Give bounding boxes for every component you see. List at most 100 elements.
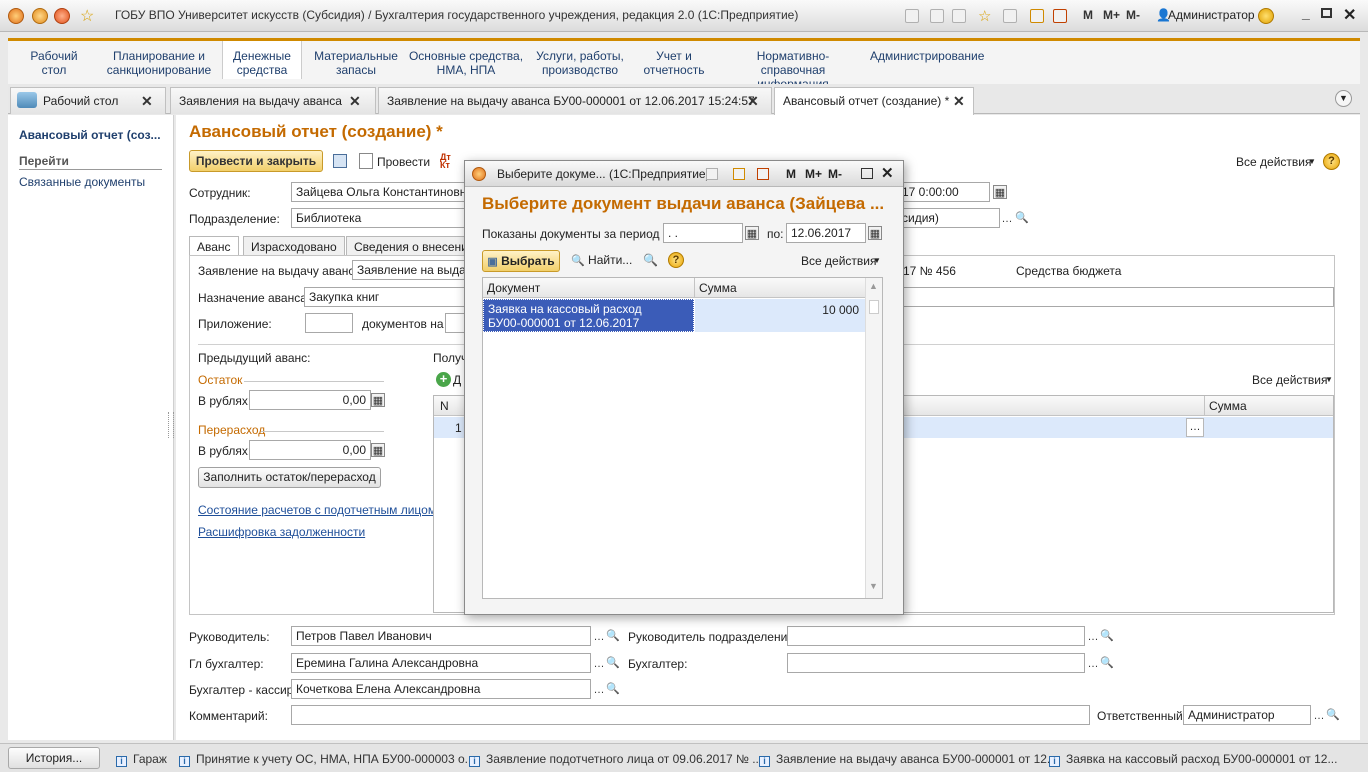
task-item-cash-request[interactable]: i Заявка на кассовый расход БУ00-000001 о… (1049, 752, 1337, 767)
cashier-select-button[interactable]: … (592, 683, 606, 697)
tab-desktop[interactable]: Рабочий стол ✕ (10, 87, 166, 114)
menu-planning[interactable]: Планирование и санкционирование (106, 49, 212, 77)
accountant-field[interactable] (787, 653, 1085, 673)
department-field[interactable]: Библиотека (291, 208, 465, 228)
document-row[interactable]: Заявка на кассовый расход БУ00-000001 от… (483, 299, 865, 344)
dialog-memory-minus-button[interactable]: M- (828, 167, 842, 181)
task-item-fixed-assets[interactable]: i Принятие к учету ОС, НМА, НПА БУ00-0000… (179, 752, 475, 767)
chief-accountant-search-icon[interactable]: 🔍 (606, 656, 620, 670)
task-item-accountable-person[interactable]: i Заявление подотчетного лица от 09.06.20… (469, 752, 762, 767)
dept-manager-search-icon[interactable]: 🔍 (1100, 629, 1114, 643)
nav-link-related-docs[interactable]: Связанные документы (19, 175, 145, 189)
balance-calculator-icon[interactable]: ▦ (371, 393, 385, 407)
attachment-pages-field[interactable] (445, 313, 465, 333)
save-icon[interactable] (905, 9, 919, 23)
post-and-close-button[interactable]: Провести и закрыть (189, 150, 323, 172)
period-to-calendar-icon[interactable]: ▦ (868, 226, 882, 240)
scroll-up-icon[interactable]: ▲ (869, 281, 878, 291)
dialog-all-actions-button[interactable]: Все действия (801, 254, 876, 268)
print-icon[interactable] (930, 9, 944, 23)
chief-accountant-field[interactable]: Еремина Галина Александровна (291, 653, 591, 673)
manager-select-button[interactable]: … (592, 630, 606, 644)
cashier-search-icon[interactable]: 🔍 (606, 682, 620, 696)
documents-scrollbar[interactable]: ▲ ▼ (865, 278, 882, 598)
menu-fixed-assets[interactable]: Основные средства, НМА, НПА (408, 49, 524, 77)
dept-manager-select-button[interactable]: … (1086, 630, 1100, 644)
grid-col-n[interactable]: N (440, 399, 449, 413)
subtab-advance[interactable]: Аванс (189, 236, 239, 256)
manager-field[interactable]: Петров Павел Иванович (291, 626, 591, 646)
dialog-memory-m-button[interactable]: M (786, 167, 796, 181)
col-document[interactable]: Документ (487, 281, 540, 295)
calculator-icon[interactable] (1030, 9, 1044, 23)
attachment-count-field[interactable] (305, 313, 353, 333)
memory-plus-button[interactable]: M+ (1103, 8, 1120, 22)
responsible-search-icon[interactable]: 🔍 (1326, 708, 1340, 722)
chief-accountant-select-button[interactable]: … (592, 657, 606, 671)
menu-desktop[interactable]: Рабочий стол (28, 49, 80, 77)
post-icon[interactable] (359, 153, 373, 169)
save-doc-icon[interactable] (333, 154, 347, 168)
purpose-field[interactable]: Закупка книг (304, 287, 465, 307)
memory-m-button[interactable]: M (1083, 8, 1093, 22)
dialog-calendar-icon[interactable] (757, 168, 769, 180)
dialog-memory-plus-button[interactable]: M+ (805, 167, 822, 181)
add-row-label[interactable]: Д (453, 373, 461, 387)
favorites-icon[interactable]: ☆ (978, 7, 991, 25)
user-name[interactable]: Администратор (1168, 8, 1255, 22)
memory-minus-button[interactable]: M- (1126, 8, 1140, 22)
date-field[interactable]: 17 0:00:00 (898, 182, 990, 202)
menu-administration[interactable]: Администрирование (870, 49, 984, 63)
col-sum[interactable]: Сумма (699, 281, 737, 295)
preview-icon[interactable] (952, 9, 966, 23)
minimize-icon[interactable]: _ (1302, 5, 1310, 21)
link-icon[interactable] (1003, 9, 1017, 23)
manager-search-icon[interactable]: 🔍 (606, 629, 620, 643)
overspend-calculator-icon[interactable]: ▦ (371, 443, 385, 457)
close-window-icon[interactable]: ✕ (1343, 5, 1356, 25)
tab-advance-application-doc[interactable]: Заявление на выдачу аванса БУ00-000001 о… (378, 87, 772, 114)
history-button[interactable]: История... (8, 747, 100, 769)
favorite-star-icon[interactable]: ☆ (80, 6, 94, 26)
dialog-calculator-icon[interactable] (733, 168, 745, 180)
menu-cash[interactable]: Денежные средства (222, 41, 302, 79)
dept-manager-field[interactable] (787, 626, 1085, 646)
grid-all-actions-button[interactable]: Все действия (1252, 373, 1327, 387)
grid-row-select-button[interactable]: … (1186, 418, 1204, 437)
grid-col-sum[interactable]: Сумма (1209, 399, 1247, 413)
restore-icon[interactable] (1321, 8, 1332, 18)
scroll-thumb[interactable] (869, 300, 879, 314)
panel-splitter-handle[interactable] (168, 412, 174, 438)
scroll-down-icon[interactable]: ▼ (869, 581, 878, 591)
responsible-select-button[interactable]: … (1312, 709, 1326, 723)
period-from-field[interactable]: . . (663, 223, 743, 243)
debt-breakdown-link[interactable]: Расшифровка задолженности (198, 525, 365, 539)
fill-balance-button[interactable]: Заполнить остаток/перерасход (198, 467, 381, 488)
comment-field[interactable] (291, 705, 1090, 725)
tab-advance-report[interactable]: Авансовый отчет (создание) * ✕ (774, 87, 974, 115)
form-help-icon[interactable]: ? (1323, 153, 1340, 170)
tabs-dropdown-icon[interactable]: ▼ (1335, 90, 1352, 107)
tab-advance-applications-close-icon[interactable]: ✕ (349, 93, 361, 110)
balance-rubles-field[interactable]: 0,00 (249, 390, 371, 410)
menu-inventory[interactable]: Материальные запасы (314, 49, 398, 77)
overspend-rubles-field[interactable]: 0,00 (249, 440, 371, 460)
back-icon[interactable] (32, 8, 48, 24)
accountant-select-button[interactable]: … (1086, 657, 1100, 671)
cashier-field[interactable]: Кочеткова Елена Александровна (291, 679, 591, 699)
organization-select-button[interactable]: … (1000, 212, 1014, 226)
purpose-field-end[interactable] (898, 287, 1334, 307)
calendar-icon[interactable] (1053, 9, 1067, 23)
period-from-calendar-icon[interactable]: ▦ (745, 226, 759, 240)
organization-search-icon[interactable]: 🔍 (1015, 211, 1029, 225)
period-to-field[interactable]: 12.06.2017 (786, 223, 866, 243)
accountant-search-icon[interactable]: 🔍 (1100, 656, 1114, 670)
dialog-link-icon[interactable] (706, 168, 718, 180)
post-button[interactable]: Провести (377, 155, 430, 169)
subtab-info[interactable]: Сведения о внесении (346, 236, 475, 256)
employee-field[interactable]: Зайцева Ольга Константиновна (291, 182, 465, 202)
info-icon[interactable] (1258, 8, 1274, 24)
tab-advance-applications[interactable]: Заявления на выдачу аванса ✕ (170, 87, 376, 114)
organization-field[interactable]: сидия) (898, 208, 1000, 228)
date-calendar-icon[interactable]: ▦ (993, 185, 1007, 199)
